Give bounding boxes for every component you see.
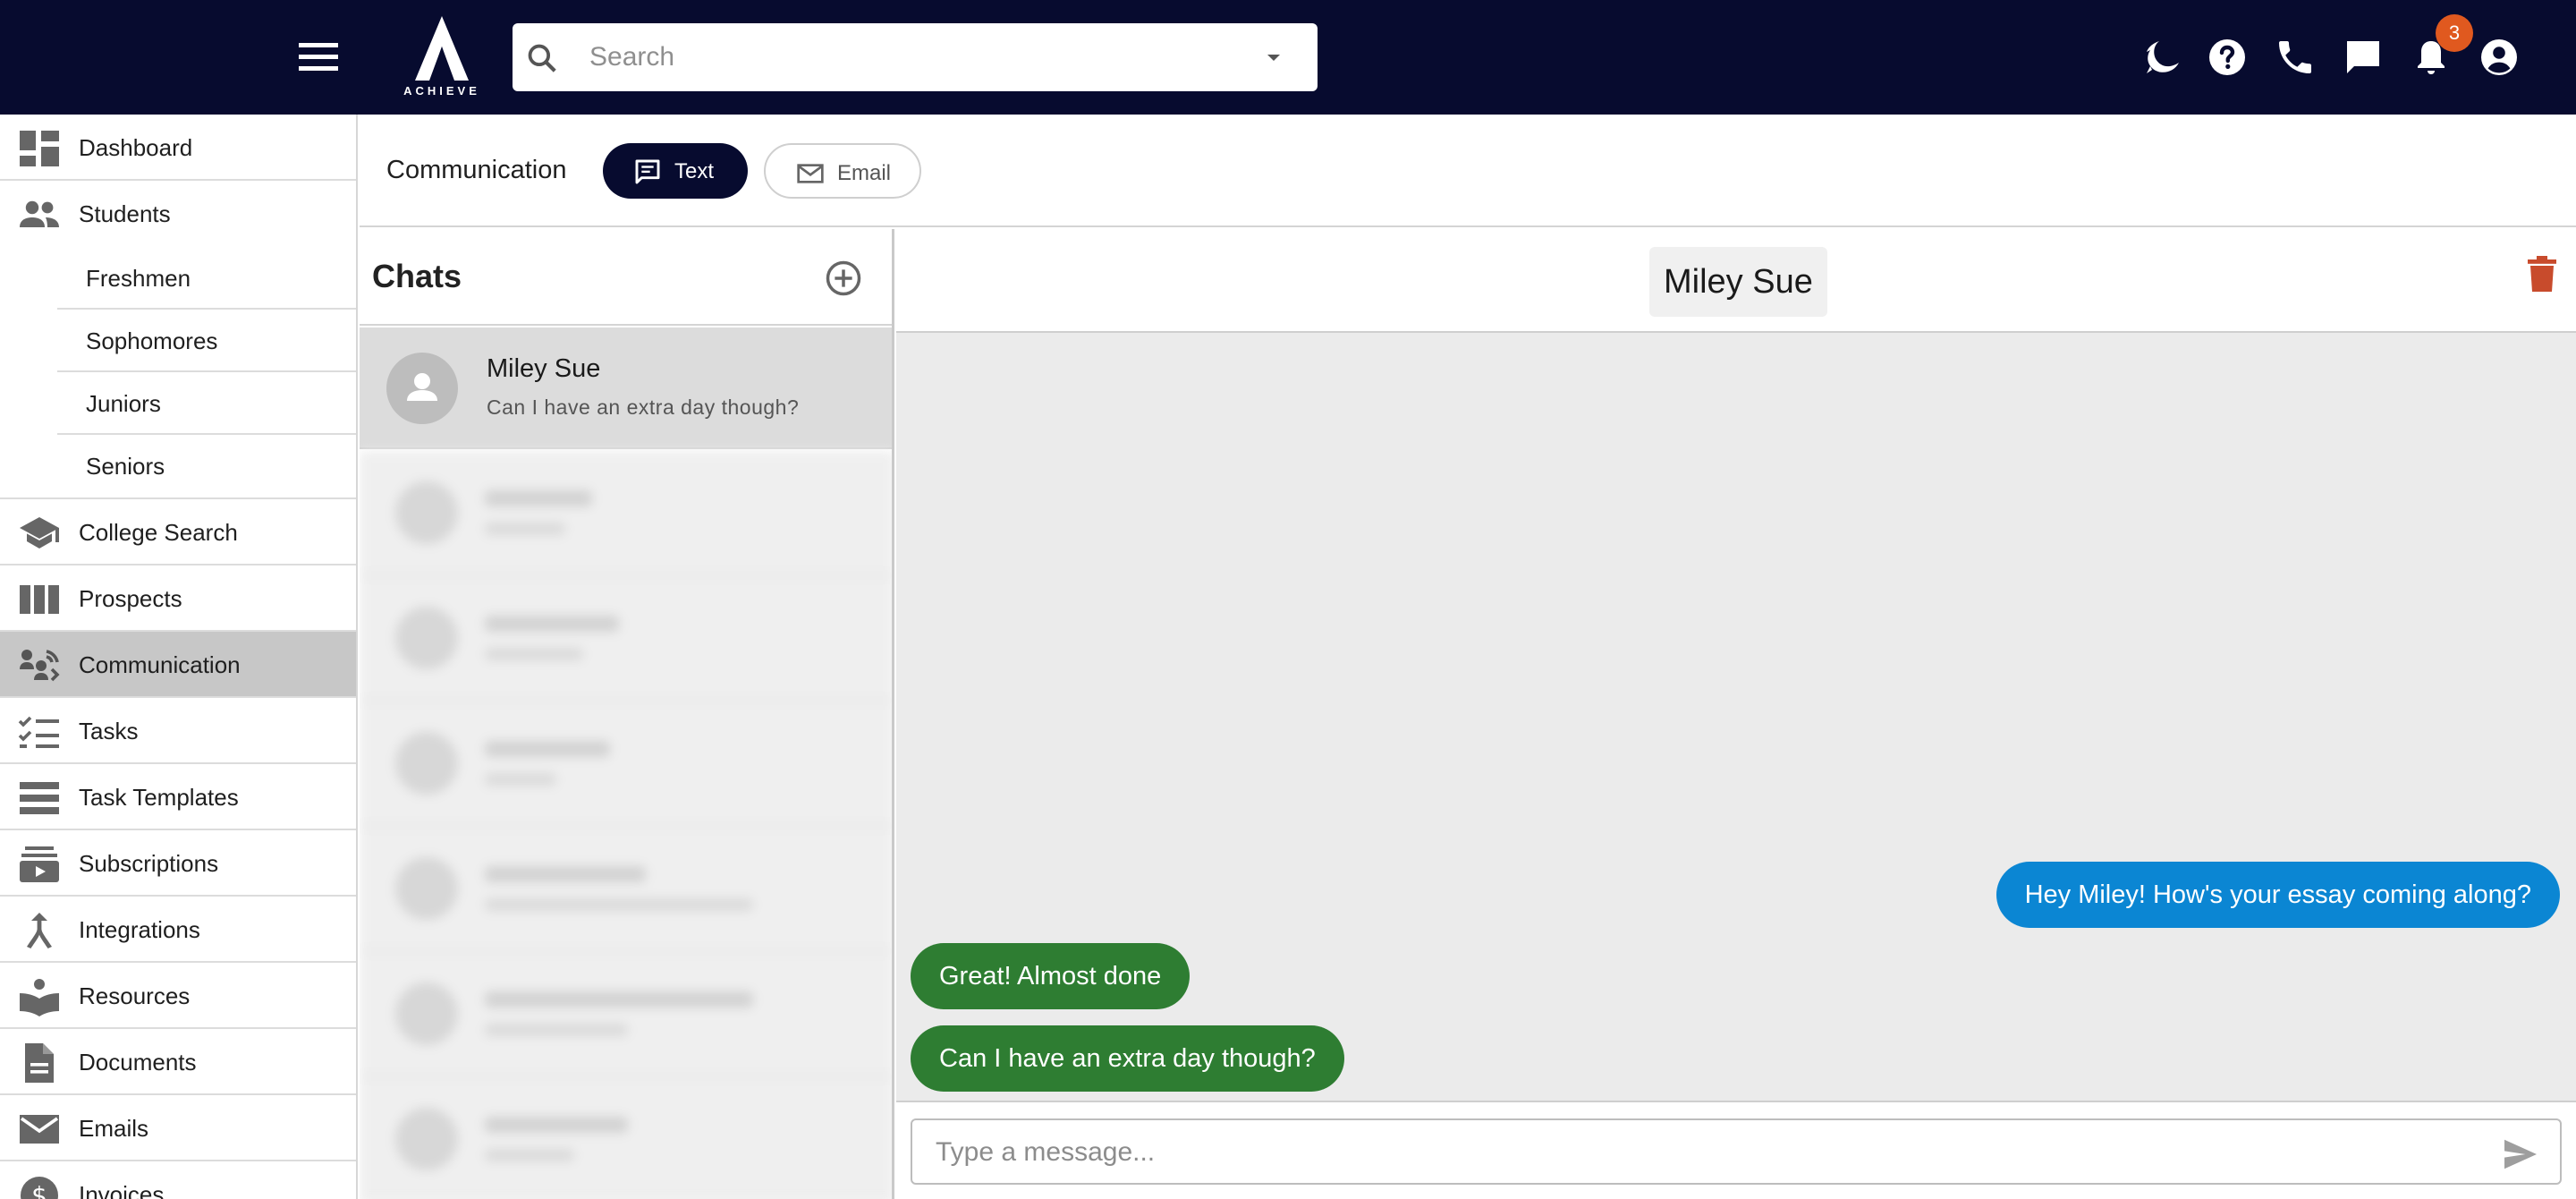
message-input[interactable] [936, 1133, 2456, 1172]
search-icon [525, 41, 559, 75]
tab-text[interactable]: Text [603, 143, 748, 199]
sidebar-subitem-label: Seniors [86, 453, 165, 480]
search-input[interactable] [589, 36, 1216, 79]
chats-header: Chats [360, 229, 892, 326]
sidebar-item-label: Integrations [79, 916, 200, 943]
sidebar-item-label: Students [79, 200, 171, 227]
sidebar-nav: Dashboard Students Freshmen Sophomores J… [0, 115, 358, 1199]
sidebar-subitem-freshmen[interactable]: Freshmen [57, 247, 356, 310]
document-icon [18, 1043, 61, 1083]
merge-icon [18, 911, 61, 950]
checklist-icon [18, 712, 61, 752]
sidebar-item-integrations[interactable]: Integrations [0, 897, 356, 963]
tab-label: Email [837, 161, 892, 185]
sidebar-item-label: Communication [79, 651, 241, 678]
sidebar-item-communication[interactable]: Communication [0, 632, 356, 698]
conversation-header: Miley Sue [896, 229, 2576, 333]
sidebar-item-dashboard[interactable]: Dashboard [0, 115, 356, 181]
phone-icon[interactable] [2274, 36, 2317, 79]
chats-panel: Chats Miley Sue Can I have an extra day … [360, 229, 894, 1199]
sidebar-item-college-search[interactable]: College Search [0, 499, 356, 565]
sidebar-item-invoices[interactable]: $ Invoices [0, 1161, 356, 1199]
subscriptions-icon [18, 845, 61, 884]
students-submenu: Freshmen Sophomores Juniors Seniors [0, 247, 356, 499]
chat-icon[interactable] [2342, 36, 2385, 79]
top-app-bar: ACHIEVE 3 [0, 0, 2576, 115]
sidebar-item-label: Documents [79, 1049, 197, 1076]
columns-icon [18, 580, 61, 619]
sidebar-subitem-label: Freshmen [86, 265, 191, 292]
chat-last-message: Can I have an extra day though? [487, 395, 800, 419]
sidebar-subitem-sophomores[interactable]: Sophomores [57, 310, 356, 372]
message-input-box[interactable] [911, 1118, 2562, 1185]
incoming-message: Great! Almost done [911, 943, 1191, 1009]
sidebar-item-documents[interactable]: Documents [0, 1029, 356, 1095]
people-icon [18, 195, 61, 234]
help-icon[interactable] [2206, 36, 2249, 79]
sidebar-item-label: Task Templates [79, 784, 239, 811]
sidebar-item-label: Subscriptions [79, 850, 219, 877]
outgoing-message: Hey Miley! How's your essay coming along… [1996, 862, 2560, 928]
search-bar[interactable] [513, 23, 1318, 91]
school-icon [18, 514, 61, 553]
sidebar-item-label: Tasks [79, 718, 139, 744]
svg-text:$: $ [31, 1181, 47, 1199]
conversation-panel: Miley Sue Hey Miley! How's your essay co… [896, 229, 2576, 1199]
blurred-chat-list [360, 451, 892, 1199]
dollar-icon: $ [18, 1176, 61, 1199]
page-title: Communication [386, 156, 567, 184]
sidebar-subitem-label: Sophomores [86, 327, 218, 354]
sidebar-item-resources[interactable]: Resources [0, 963, 356, 1029]
sidebar-item-emails[interactable]: Emails [0, 1095, 356, 1161]
dropdown-caret-icon[interactable] [1260, 47, 1287, 68]
account-icon[interactable] [2478, 36, 2521, 79]
communication-icon [18, 646, 61, 685]
incoming-message: Can I have an extra day though? [911, 1025, 1344, 1092]
sidebar-item-label: Emails [79, 1115, 149, 1142]
dark-mode-icon[interactable] [2141, 36, 2184, 79]
sidebar-item-label: Prospects [79, 585, 182, 612]
sidebar-subitem-label: Juniors [86, 390, 161, 417]
sidebar-item-prospects[interactable]: Prospects [0, 565, 356, 632]
chats-title: Chats [372, 258, 462, 294]
sidebar-item-label: Invoices [79, 1181, 165, 1199]
delete-icon[interactable] [2524, 254, 2560, 293]
notification-badge: 3 [2436, 14, 2473, 52]
mail-icon [796, 159, 825, 188]
dashboard-icon [18, 129, 61, 168]
sidebar-item-label: Dashboard [79, 134, 193, 161]
menu-icon[interactable] [295, 36, 342, 79]
list-icon [18, 778, 61, 818]
sidebar-subitem-juniors[interactable]: Juniors [57, 372, 356, 435]
tab-email[interactable]: Email [764, 143, 921, 199]
sidebar-item-task-templates[interactable]: Task Templates [0, 764, 356, 830]
send-icon[interactable] [2501, 1138, 2540, 1170]
sidebar-item-students[interactable]: Students [0, 181, 356, 247]
tab-label: Text [674, 159, 715, 183]
message-composer [896, 1101, 2576, 1199]
message-icon [633, 157, 662, 186]
sidebar-item-label: Resources [79, 982, 191, 1009]
add-chat-icon[interactable] [825, 259, 862, 297]
communication-header: Communication Text Email [360, 115, 2576, 227]
sidebar-item-subscriptions[interactable]: Subscriptions [0, 830, 356, 897]
conversation-contact-name: Miley Sue [1649, 247, 1827, 317]
sidebar-subitem-seniors[interactable]: Seniors [57, 435, 356, 497]
logo-text: ACHIEVE [403, 84, 480, 98]
chat-list-item[interactable]: Miley Sue Can I have an extra day though… [360, 327, 892, 449]
sidebar-item-tasks[interactable]: Tasks [0, 698, 356, 764]
avatar [386, 353, 458, 424]
chat-contact-name: Miley Sue [487, 354, 601, 383]
mail-icon [18, 1110, 61, 1149]
sidebar-item-label: College Search [79, 519, 238, 546]
book-icon [18, 977, 61, 1016]
